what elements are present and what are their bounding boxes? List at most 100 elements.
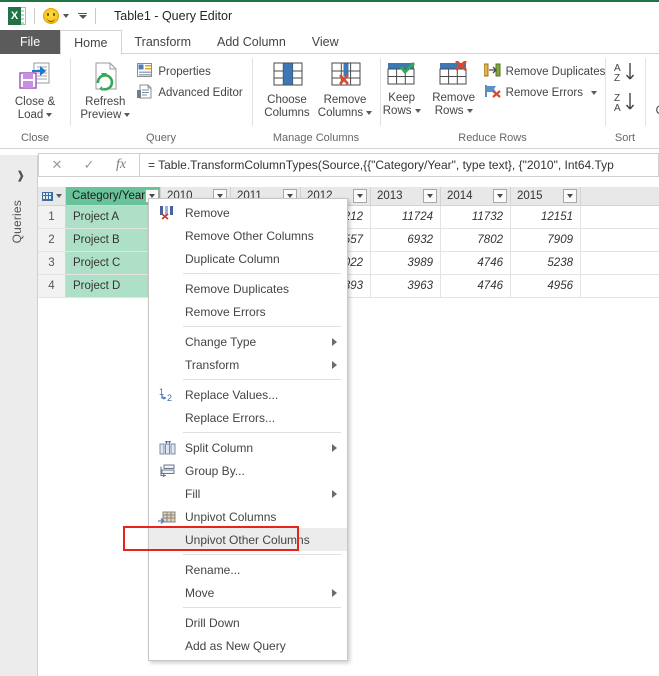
column-filter-button[interactable] [493,189,507,203]
remove-duplicates-label: Remove Duplicates [506,66,606,78]
menu-item-remove-errors[interactable]: Remove Errors [149,300,347,323]
close-and-load-label: Close & Load [15,96,55,122]
submenu-arrow-icon [332,490,337,498]
fx-icon[interactable]: fx [105,154,137,176]
remove-duplicates-button[interactable]: Remove Duplicates [481,61,609,82]
menu-item-unpivot-columns[interactable]: Unpivot Columns [149,505,347,528]
chevron-down-icon [56,194,62,198]
column-header-category-year[interactable]: Category/Year [66,187,161,205]
cell[interactable]: 12151 [511,206,581,228]
menu-item-drill-down[interactable]: Drill Down [149,611,347,634]
split-column-button[interactable]: Split Column [649,59,659,118]
formula-input[interactable]: = Table.TransformColumnTypes(Source,{{"C… [140,153,659,177]
menu-item-remove-other-columns[interactable]: Remove Other Columns [149,224,347,247]
ribbon-group-label-query: Query [70,128,252,148]
grid-header-row: Category/Year 2010 2011 2012 2013 2014 2… [38,187,659,206]
cell[interactable]: Project D [66,275,161,297]
keep-rows-button[interactable]: Keep Rows [377,59,427,118]
menu-item-remove[interactable]: Remove [149,201,347,224]
menu-item-split-column[interactable]: Split Column [149,436,347,459]
properties-button[interactable]: Properties [134,61,245,82]
sort-ascending-button[interactable]: A Z [612,61,638,88]
menu-item-label: Move [181,586,214,600]
column-header-label: Category/Year [72,190,145,202]
advanced-editor-button[interactable]: Advanced Editor [134,82,245,103]
sort-descending-button[interactable]: Z A [612,91,638,118]
chevron-down-icon [46,113,52,117]
menu-separator [183,273,341,274]
cell[interactable]: 7909 [511,229,581,251]
menu-item-fill[interactable]: Fill [149,482,347,505]
menu-item-label: Unpivot Columns [181,510,276,524]
ribbon-group-label-reduce-rows: Reduce Rows [380,128,605,148]
tab-view[interactable]: View [299,30,352,54]
cell[interactable]: 5238 [511,252,581,274]
remove-columns-button[interactable]: Remove Columns [316,59,374,120]
cell[interactable]: Project A [66,206,161,228]
cell[interactable]: 4746 [441,275,511,297]
tab-transform[interactable]: Transform [122,30,205,54]
cell[interactable]: 3963 [371,275,441,297]
menu-separator [183,432,341,433]
cancel-icon[interactable]: ✕ [41,154,73,176]
menu-separator [183,379,341,380]
menu-item-unpivot-other-columns[interactable]: Unpivot Other Columns [149,528,347,551]
tab-home[interactable]: Home [60,30,121,55]
menu-item-transform[interactable]: Transform [149,353,347,376]
menu-item-label: Remove Duplicates [181,282,289,296]
column-header-2014[interactable]: 2014 [441,187,511,205]
cell[interactable]: Project C [66,252,161,274]
column-header-2013[interactable]: 2013 [371,187,441,205]
cell[interactable]: 4746 [441,252,511,274]
table-row[interactable]: 1 Project A 11098 11300 11212 11724 1173… [38,206,659,229]
column-header-label: 2013 [377,190,403,202]
menu-item-group-by[interactable]: Group By... [149,459,347,482]
grid-corner-button[interactable] [38,187,66,205]
choose-columns-button[interactable]: Choose Columns [258,59,316,120]
column-filter-button[interactable] [423,189,437,203]
chevron-right-icon[interactable]: ❱ [16,169,25,182]
cell[interactable]: 6932 [371,229,441,251]
remove-errors-button[interactable]: Remove Errors [481,82,609,103]
menu-item-label: Remove Other Columns [181,229,314,243]
menu-item-add-as-new-query[interactable]: Add as New Query [149,634,347,657]
tab-add-column[interactable]: Add Column [204,30,299,54]
menu-item-replace-errors[interactable]: Replace Errors... [149,406,347,429]
quick-access-smiley-button[interactable] [43,8,69,24]
close-and-load-button[interactable]: Close & Load [6,59,64,122]
queries-pane-collapsed[interactable]: ❱ Queries [0,155,38,676]
cell[interactable]: 7802 [441,229,511,251]
menu-item-remove-duplicates[interactable]: Remove Duplicates [149,277,347,300]
ribbon-group-label-split-column [645,128,659,148]
remove-errors-icon [484,84,501,101]
menu-item-rename[interactable]: Rename... [149,558,347,581]
ribbon-group-label-manage-columns: Manage Columns [252,128,380,148]
table-row[interactable]: 3 Project C 2870 2955 3022 3989 4746 523… [38,252,659,275]
checkmark-icon[interactable]: ✓ [73,154,105,176]
menu-item-move[interactable]: Move [149,581,347,604]
column-filter-button[interactable] [563,189,577,203]
menu-item-label: Replace Errors... [181,411,275,425]
remove-errors-label: Remove Errors [506,87,583,99]
column-header-2015[interactable]: 2015 [511,187,581,205]
advanced-editor-icon [137,84,153,102]
cell[interactable]: 3989 [371,252,441,274]
tab-file[interactable]: File [0,30,60,54]
menu-item-duplicate-column[interactable]: Duplicate Column [149,247,347,270]
chevron-down-icon [467,109,473,113]
menu-item-change-type[interactable]: Change Type [149,330,347,353]
cell[interactable]: 11732 [441,206,511,228]
customize-quick-access-toolbar-button[interactable] [78,13,87,19]
ribbon-group-split-column: Split Column [645,54,659,148]
table-row[interactable]: 4 Project D 3105 3288 3393 3963 4746 495… [38,275,659,298]
cell[interactable]: 4956 [511,275,581,297]
column-filter-button[interactable] [353,189,367,203]
refresh-preview-button[interactable]: Refresh Preview [76,59,134,122]
menu-item-replace-values[interactable]: 1 2 Replace Values... [149,383,347,406]
cell[interactable]: Project B [66,229,161,251]
choose-columns-label: Choose Columns [264,94,309,120]
row-number: 1 [38,206,66,228]
cell[interactable]: 11724 [371,206,441,228]
table-row[interactable]: 2 Project B 6122 6480 6557 6932 7802 790… [38,229,659,252]
remove-rows-button[interactable]: Remove Rows [427,59,481,118]
